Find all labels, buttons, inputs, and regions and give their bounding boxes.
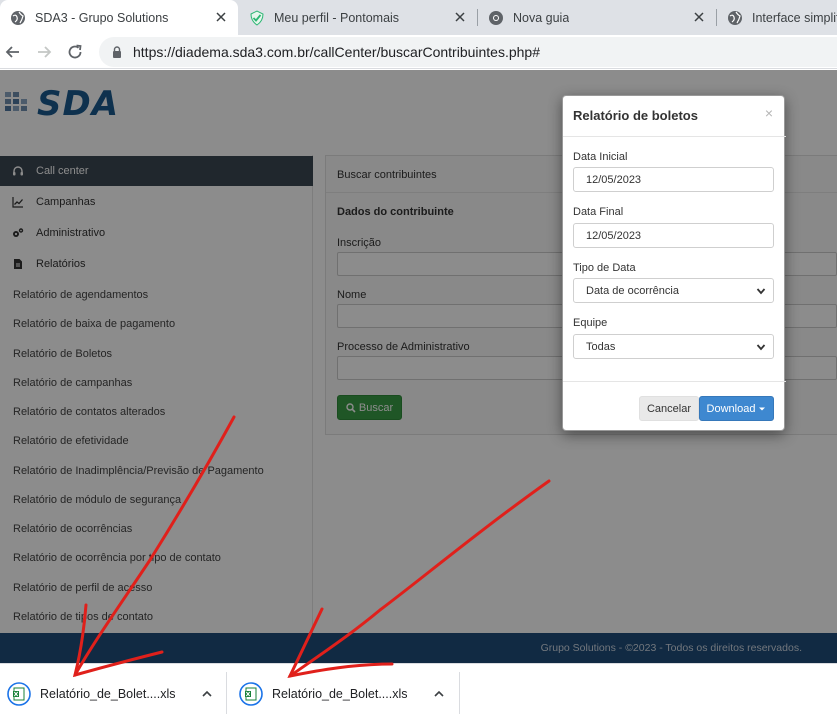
chevron-down-icon — [756, 344, 766, 351]
tab-sda3[interactable]: SDA3 - Grupo Solutions — [0, 0, 238, 35]
reload-icon — [68, 44, 82, 59]
tab-interface[interactable]: Interface simplif — [717, 0, 837, 35]
globe-icon — [10, 10, 26, 26]
url-text: https://diadema.sda3.com.br/callCenter/b… — [133, 44, 540, 60]
tipo-data-value: Data de ocorrência — [586, 284, 679, 297]
download-item[interactable]: Relatório_de_Bolet....xls — [6, 676, 214, 712]
forward-button[interactable] — [33, 41, 55, 63]
check-shield-icon — [249, 9, 265, 26]
shelf-separator — [226, 672, 227, 714]
browser-toolbar: https://diadema.sda3.com.br/callCenter/b… — [0, 35, 837, 69]
close-tab-icon[interactable] — [692, 10, 706, 24]
arrow-right-icon — [38, 46, 52, 58]
equipe-select[interactable]: Todas — [573, 334, 774, 359]
web-page: SDA Call center Campanhas Administrativo… — [0, 70, 837, 663]
chevron-down-icon — [756, 288, 766, 295]
data-final-input[interactable]: 12/05/2023 — [573, 223, 774, 248]
close-tab-icon[interactable] — [453, 10, 467, 24]
tab-pontomais[interactable]: Meu perfil - Pontomais — [239, 0, 477, 35]
modal-footer-divider — [563, 381, 786, 382]
equipe-value: Todas — [586, 340, 616, 353]
shelf-separator — [459, 672, 460, 714]
back-button[interactable] — [2, 41, 24, 63]
modal-header-divider — [563, 136, 786, 137]
lock-icon[interactable] — [110, 45, 124, 59]
relatorio-boletos-modal: Relatório de boletos × Data Inicial 12/0… — [562, 95, 786, 431]
close-icon[interactable]: × — [765, 105, 773, 121]
tipo-data-select[interactable]: Data de ocorrência — [573, 278, 774, 303]
data-final-label: Data Final — [573, 206, 624, 218]
caret-down-icon — [759, 407, 766, 410]
tab-title: Interface simplif — [752, 10, 837, 25]
arrow-left-icon — [5, 46, 19, 58]
tab-strip: SDA3 - Grupo Solutions Meu perfil - Pont… — [0, 0, 837, 35]
reload-button[interactable] — [64, 41, 86, 63]
excel-file-icon — [238, 681, 264, 707]
tipo-data-label: Tipo de Data — [573, 262, 636, 274]
globe-icon — [727, 10, 743, 26]
download-button[interactable]: Download — [699, 396, 774, 421]
excel-file-icon — [6, 681, 32, 707]
downloads-shelf: Relatório_de_Bolet....xls Relatório_de_B… — [0, 663, 837, 723]
modal-title: Relatório de boletos — [573, 108, 698, 123]
download-item[interactable]: Relatório_de_Bolet....xls — [238, 676, 446, 712]
tab-title: SDA3 - Grupo Solutions — [35, 10, 169, 25]
download-filename: Relatório_de_Bolet....xls — [40, 687, 176, 701]
data-inicial-label: Data Inicial — [573, 151, 628, 163]
chevron-up-icon[interactable] — [200, 687, 214, 701]
tab-title: Meu perfil - Pontomais — [274, 10, 400, 25]
data-inicial-input[interactable]: 12/05/2023 — [573, 167, 774, 192]
browser-window: SDA3 - Grupo Solutions Meu perfil - Pont… — [0, 0, 837, 723]
equipe-label: Equipe — [573, 317, 608, 329]
download-label: Download — [706, 402, 756, 415]
download-filename: Relatório_de_Bolet....xls — [272, 687, 408, 701]
chevron-up-icon[interactable] — [432, 687, 446, 701]
close-tab-icon[interactable] — [214, 10, 228, 24]
tab-title: Nova guia — [513, 10, 570, 25]
tab-nova-guia[interactable]: Nova guia — [478, 0, 716, 35]
cancel-button[interactable]: Cancelar — [639, 396, 699, 421]
chrome-icon — [488, 10, 504, 26]
address-bar[interactable]: https://diadema.sda3.com.br/callCenter/b… — [99, 37, 837, 67]
